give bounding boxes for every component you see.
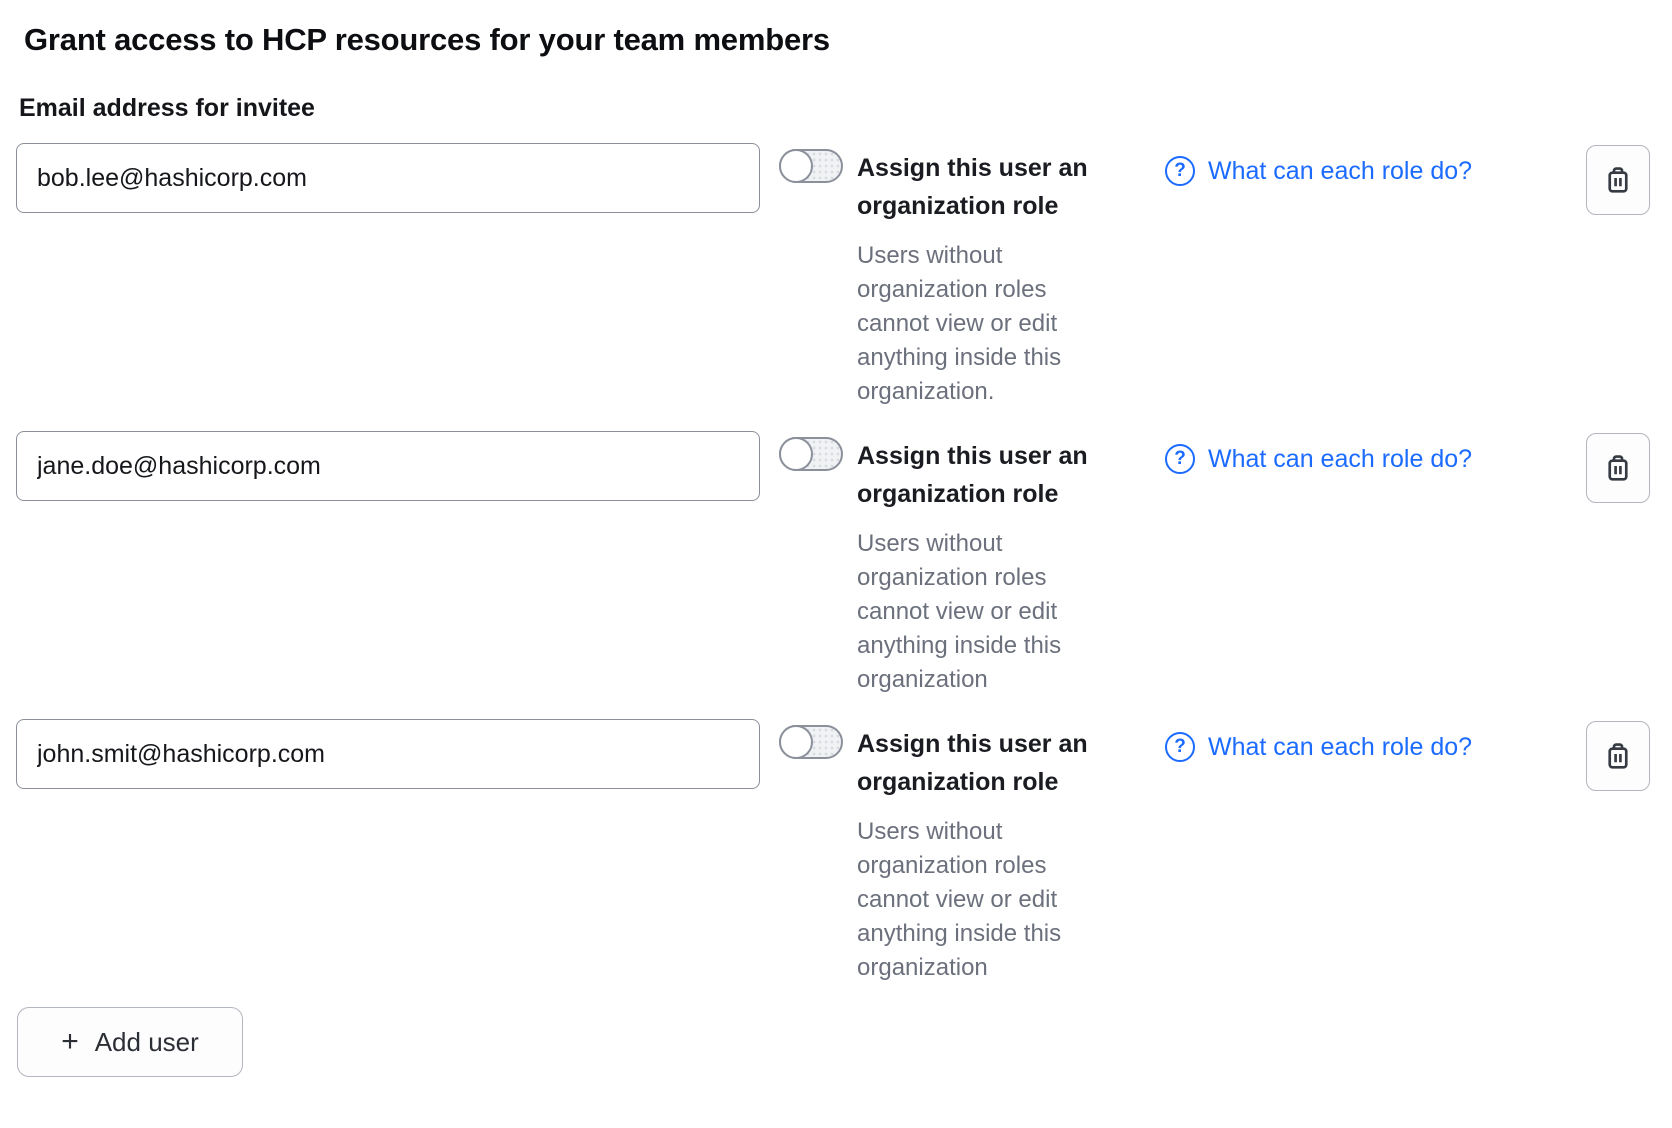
assign-role-label: Assign this user an organization role xyxy=(857,149,1109,225)
add-user-button[interactable]: + Add user xyxy=(17,1007,243,1077)
add-user-label: Add user xyxy=(95,1027,199,1058)
role-text-block: Assign this user an organization role Us… xyxy=(857,437,1109,697)
org-role-toggle[interactable] xyxy=(779,725,843,759)
help-question-icon: ? xyxy=(1165,156,1195,186)
trash-icon xyxy=(1602,451,1634,485)
role-text-block: Assign this user an organization role Us… xyxy=(857,149,1109,409)
assign-role-label: Assign this user an organization role xyxy=(857,437,1109,513)
toggle-knob-icon xyxy=(779,725,813,759)
role-helper-text: Users without organization roles cannot … xyxy=(857,527,1109,697)
grant-access-page: Grant access to HCP resources for your t… xyxy=(0,22,1672,1077)
help-question-icon: ? xyxy=(1165,732,1195,762)
role-text-block: Assign this user an organization role Us… xyxy=(857,725,1109,985)
plus-icon: + xyxy=(61,1027,79,1057)
delete-row-button[interactable] xyxy=(1586,721,1650,791)
org-role-toggle[interactable] xyxy=(779,437,843,471)
email-input[interactable] xyxy=(16,719,760,789)
toggle-knob-icon xyxy=(779,437,813,471)
role-info-link[interactable]: ? What can each role do? xyxy=(1165,156,1472,186)
page-title: Grant access to HCP resources for your t… xyxy=(24,22,1672,58)
trash-icon xyxy=(1602,163,1634,197)
delete-row-button[interactable] xyxy=(1586,145,1650,215)
trash-icon xyxy=(1602,739,1634,773)
role-link-label: What can each role do? xyxy=(1208,445,1472,474)
assign-role-label: Assign this user an organization role xyxy=(857,725,1109,801)
email-input[interactable] xyxy=(16,143,760,213)
help-question-icon: ? xyxy=(1165,444,1195,474)
email-input[interactable] xyxy=(16,431,760,501)
role-link-label: What can each role do? xyxy=(1208,733,1472,762)
toggle-knob-icon xyxy=(779,149,813,183)
invitee-row: Assign this user an organization role Us… xyxy=(0,719,1672,985)
org-role-toggle[interactable] xyxy=(779,149,843,183)
email-address-label: Email address for invitee xyxy=(19,93,1672,123)
role-helper-text: Users without organization roles cannot … xyxy=(857,815,1109,985)
role-info-link[interactable]: ? What can each role do? xyxy=(1165,444,1472,474)
delete-row-button[interactable] xyxy=(1586,433,1650,503)
role-info-link[interactable]: ? What can each role do? xyxy=(1165,732,1472,762)
invitee-row: Assign this user an organization role Us… xyxy=(0,143,1672,409)
role-link-label: What can each role do? xyxy=(1208,157,1472,186)
role-helper-text: Users without organization roles cannot … xyxy=(857,239,1109,409)
invitee-row: Assign this user an organization role Us… xyxy=(0,431,1672,697)
